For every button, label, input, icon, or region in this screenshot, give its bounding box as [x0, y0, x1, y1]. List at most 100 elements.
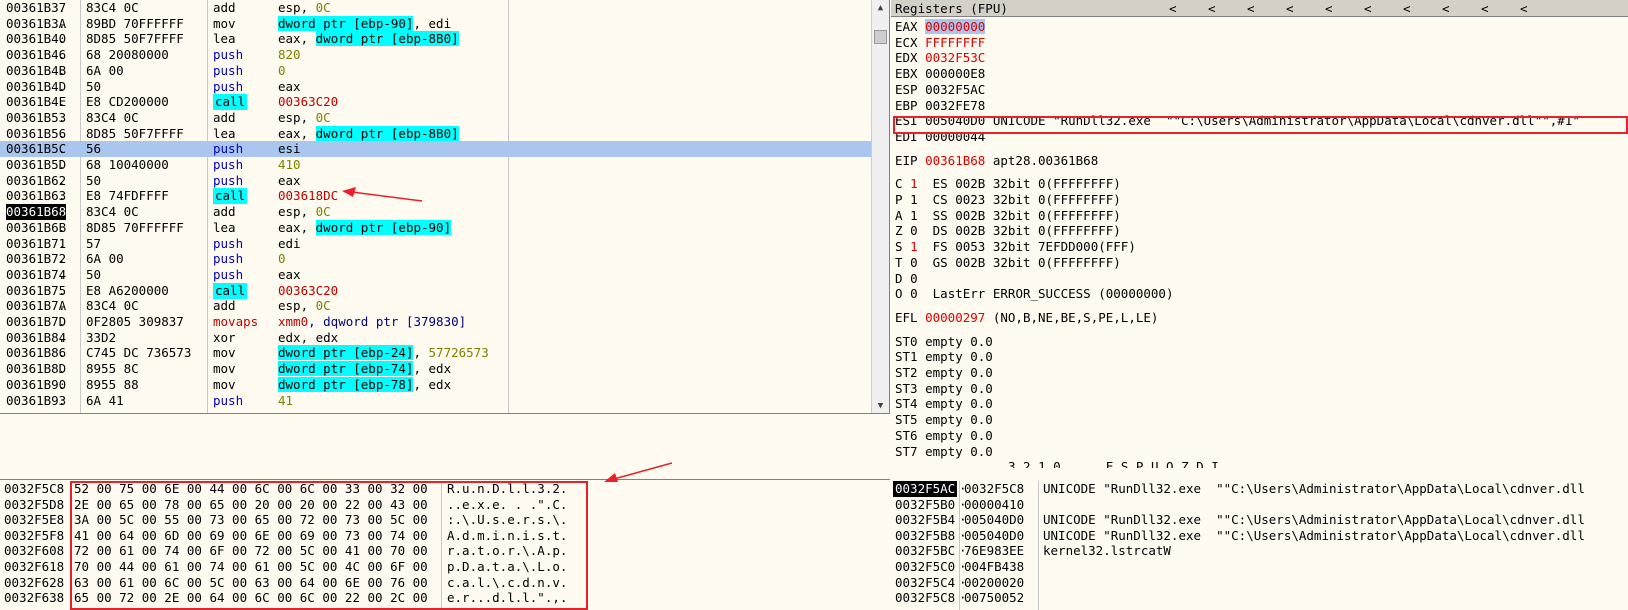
disasm-row[interactable]: 00361B4E. E8 CD200000 call 00363C20 [0, 94, 872, 111]
stack-row[interactable]: 0032F5C4 · 00200020 [891, 575, 1628, 591]
register-value[interactable]: 00361B68 [925, 153, 985, 168]
register-eip[interactable]: EIP 00361B68 apt28.00361B68 [895, 153, 1098, 169]
chevron-left-icon[interactable]: < [1286, 1, 1294, 17]
fpu-register[interactable]: ST1 empty 0.0 [895, 349, 993, 365]
disasm-row[interactable]: 00361B46. 68 20080000 push 820 [0, 47, 872, 63]
dump-row[interactable]: 0032F5C8 52 00 75 00 6E 00 44 00 6C 00 6C… [0, 481, 890, 497]
disasm-row[interactable]: 00361B84. 33D2 xor edx, edx [0, 330, 872, 346]
register-ebp[interactable]: EBP 0032FE78 [895, 98, 985, 114]
flag-t[interactable]: T 0 GS 002B 32bit 0(FFFFFFFF) [895, 255, 1121, 271]
disasm-row[interactable]: 00361B40. 8D85 50F7FFFF lea eax, dword ptr … [0, 31, 872, 47]
disasm-row[interactable]: 00361B72. 6A 00 push 0 [0, 251, 872, 267]
register-eax[interactable]: EAX 00000000 [895, 19, 986, 35]
disasm-row[interactable]: 00361B8D. 8955 8C mov dword ptr [ebp-74], e… [0, 361, 872, 377]
register-efl[interactable]: EFL 00000297 (NO,B,NE,BE,S,PE,L,LE) [895, 310, 1158, 326]
flag-value[interactable]: 1 [910, 239, 918, 254]
fpu-register[interactable]: ST6 empty 0.0 [895, 428, 993, 444]
flag-value[interactable]: 1 [910, 192, 918, 207]
dump-row[interactable]: 0032F618 70 00 44 00 61 00 74 00 61 00 5C… [0, 559, 890, 575]
dump-row[interactable]: 0032F5F8 41 00 64 00 6D 00 69 00 6E 00 69… [0, 528, 890, 544]
dump-row[interactable]: 0032F5E8 3A 00 5C 00 55 00 73 00 65 00 72… [0, 512, 890, 528]
flag-value[interactable]: 0 [910, 271, 918, 286]
disasm-row[interactable]: 00361B7A. 83C4 0C add esp, 0C [0, 298, 872, 314]
register-value[interactable]: 00000297 [925, 310, 985, 325]
flag-value[interactable]: 0 [910, 286, 918, 301]
flag-z[interactable]: Z 0 DS 002B 32bit 0(FFFFFFFF) [895, 223, 1121, 239]
fpu-register[interactable]: ST4 empty 0.0 [895, 396, 993, 412]
flag-value[interactable]: 0 [910, 223, 918, 238]
disasm-row[interactable]: 00361B6B. 8D85 70FFFFFF lea eax, dword ptr … [0, 219, 872, 236]
disasm-row[interactable]: 00361B68. 83C4 0C add esp, 0C [0, 204, 872, 221]
register-value[interactable]: FFFFFFFF [925, 35, 985, 50]
flag-d[interactable]: D 0 [895, 271, 933, 287]
stack-row[interactable]: 0032F5B8 · 005040D0 UNICODE "RunDll32.exe "… [891, 528, 1628, 544]
flag-o[interactable]: O 0 LastErr ERROR_SUCCESS (00000000) [895, 286, 1173, 302]
disasm-row[interactable]: 00361B62. 50 push eax [0, 173, 872, 189]
stack-row[interactable]: 0032F5B0 · 00000410 [891, 497, 1628, 513]
fpu-register[interactable]: ST3 empty 0.0 [895, 381, 993, 397]
disassembly-scrollbar[interactable]: ▲ ▼ [871, 0, 889, 413]
chevron-left-icon[interactable]: < [1169, 1, 1177, 17]
register-value[interactable]: 00000044 [925, 129, 985, 144]
stack-row[interactable]: 0032F5C0 · 004FB438 [891, 559, 1628, 575]
disasm-row[interactable]: 00361B74. 50 push eax [0, 267, 872, 283]
chevron-left-icon[interactable]: < [1325, 1, 1333, 17]
stack-row[interactable]: 0032F5AC · 0032F5C8 UNICODE "RunDll32.exe "… [891, 481, 1628, 497]
memory-dump-pane[interactable]: 0032F5C8 52 00 75 00 6E 00 44 00 6C 00 6C… [0, 481, 890, 610]
stack-pane[interactable]: 0032F5AC · 0032F5C8 UNICODE "RunDll32.exe "… [891, 481, 1628, 610]
register-esp[interactable]: ESP 0032F5AC [895, 82, 985, 98]
disasm-row[interactable]: 00361B63. E8 74FDFFFF call 003618DC [0, 188, 872, 205]
dump-row[interactable]: 0032F608 72 00 61 00 74 00 6F 00 72 00 5C… [0, 543, 890, 559]
register-value[interactable]: 000000E8 [925, 66, 985, 81]
flag-a[interactable]: A 1 SS 002B 32bit 0(FFFFFFFF) [895, 208, 1121, 224]
register-esi[interactable]: ESI 005040D0 UNICODE "RunDll32.exe ""C:\… [895, 113, 1580, 129]
chevron-left-icon[interactable]: < [1247, 1, 1255, 17]
fpu-register[interactable]: ST2 empty 0.0 [895, 365, 993, 381]
disasm-row[interactable]: 00361B3A. 89BD 70FFFFFF mov dword ptr [ebp-… [0, 15, 872, 32]
fpu-register[interactable]: ST7 empty 0.0 [895, 444, 993, 460]
disasm-row[interactable]: 00361B37. 83C4 0C add esp, 0C [0, 0, 872, 16]
disasm-row[interactable]: 00361B4B. 6A 00 push 0 [0, 63, 872, 79]
disasm-row[interactable]: 00361B90. 8955 88 mov dword ptr [ebp-78], e… [0, 376, 872, 393]
disassembly-pane[interactable]: 00361B37. 83C4 0C add esp, 0C 00361B3A. 89BD … [0, 0, 890, 414]
disasm-row[interactable]: 00361B86. C745 DC 736573 mov dword ptr [ebp… [0, 345, 872, 361]
flag-value[interactable]: 1 [910, 176, 918, 191]
chevron-left-icon[interactable]: < [1481, 1, 1489, 17]
chevron-left-icon[interactable]: < [1208, 1, 1216, 17]
chevron-left-icon[interactable]: < [1364, 1, 1372, 17]
chevron-left-icon[interactable]: < [1520, 1, 1528, 17]
stack-row[interactable]: 0032F5BC · 76E983EE kernel32.lstrcatW [891, 543, 1628, 559]
register-ecx[interactable]: ECX FFFFFFFF [895, 35, 985, 51]
dump-row[interactable]: 0032F628 63 00 61 00 6C 00 5C 00 63 00 64… [0, 575, 890, 591]
register-edx[interactable]: EDX 0032F53C [895, 50, 985, 66]
disasm-row[interactable]: 00361B7D. 0F2805 309837 movaps xmm0, dqword… [0, 314, 872, 330]
register-edi[interactable]: EDI 00000044 [895, 129, 985, 145]
fpu-register[interactable]: ST5 empty 0.0 [895, 412, 993, 428]
scroll-up-icon[interactable]: ▲ [872, 0, 889, 16]
flag-p[interactable]: P 1 CS 0023 32bit 0(FFFFFFFF) [895, 192, 1121, 208]
stack-row[interactable]: 0032F5C8 · 00750052 [891, 590, 1628, 606]
disasm-row[interactable]: 00361B5C. 56 push esi [0, 141, 872, 158]
register-ebx[interactable]: EBX 000000E8 [895, 66, 985, 82]
disasm-row[interactable]: 00361B93. 6A 41 push 41 [0, 393, 872, 409]
register-value[interactable]: 0032F53C [925, 50, 985, 65]
disasm-row[interactable]: 00361B53. 83C4 0C add esp, 0C [0, 110, 872, 126]
flag-value[interactable]: 1 [910, 208, 918, 223]
dump-row[interactable]: 0032F638 65 00 72 00 2E 00 64 00 6C 00 6C… [0, 590, 890, 606]
register-value[interactable]: 005040D0 [925, 113, 985, 128]
disasm-row[interactable]: 00361B71. 57 push edi [0, 236, 872, 252]
disasm-row[interactable]: 00361B5D. 68 10040000 push 410 [0, 157, 872, 173]
register-value[interactable]: 0032F5AC [925, 82, 985, 97]
dump-row[interactable]: 0032F5D8 2E 00 65 00 78 00 65 00 20 00 20… [0, 497, 890, 513]
flag-value[interactable]: 0 [910, 255, 918, 270]
disasm-row[interactable]: 00361B4D. 50 push eax [0, 79, 872, 95]
registers-pane[interactable]: Registers (FPU) < < < < < < < < < < EAX 00000000 E… [891, 0, 1628, 480]
chevron-left-icon[interactable]: < [1442, 1, 1450, 17]
registers-title-bar[interactable]: Registers (FPU) < < < < < < < < < < [891, 0, 1628, 17]
flag-s[interactable]: S 1 FS 0053 32bit 7EFDD000(FFF) [895, 239, 1136, 255]
chevron-left-icon[interactable]: < [1403, 1, 1411, 17]
disasm-row[interactable]: 00361B56. 8D85 50F7FFFF lea eax, dword ptr … [0, 125, 872, 142]
register-value[interactable]: 0032FE78 [925, 98, 985, 113]
register-value[interactable]: 00000000 [925, 19, 986, 34]
stack-row[interactable]: 0032F5B4 · 005040D0 UNICODE "RunDll32.exe "… [891, 512, 1628, 528]
